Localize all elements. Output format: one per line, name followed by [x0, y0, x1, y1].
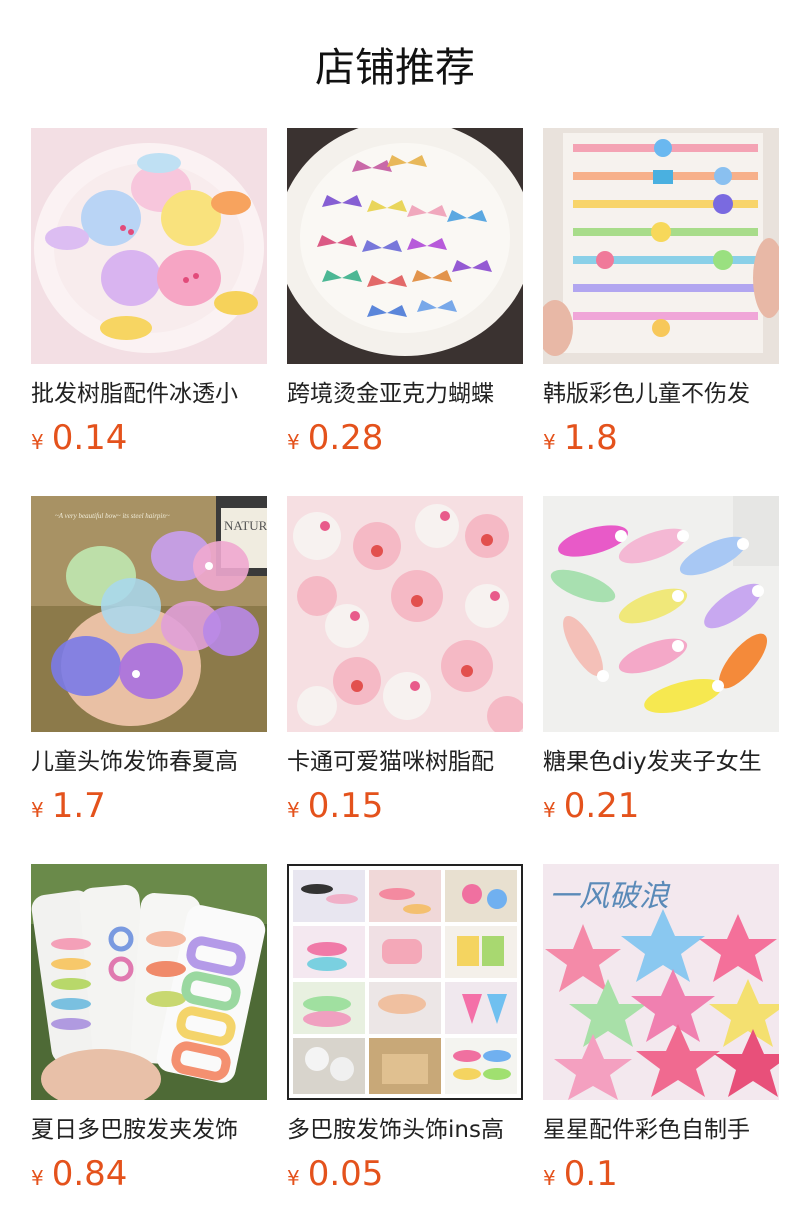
- product-price: ¥0.15: [287, 786, 523, 826]
- product-price: ¥0.05: [287, 1154, 523, 1194]
- product-price: ¥1.7: [31, 786, 267, 826]
- product-name[interactable]: 夏日多巴胺发夹发饰: [31, 1114, 267, 1146]
- product-name[interactable]: 星星配件彩色自制手: [543, 1114, 779, 1146]
- product-price: ¥0.1: [543, 1154, 779, 1194]
- price-amount: 0.05: [307, 1154, 384, 1194]
- price-amount: 0.14: [51, 418, 128, 458]
- price-amount: 0.28: [307, 418, 384, 458]
- currency-symbol: ¥: [287, 1166, 300, 1190]
- product-card[interactable]: 一风破浪 星星配件彩色自制手 ¥0.1: [543, 864, 779, 1194]
- price-amount: 0.21: [563, 786, 640, 826]
- currency-symbol: ¥: [287, 430, 300, 454]
- product-image[interactable]: [287, 496, 523, 732]
- currency-symbol: ¥: [31, 1166, 44, 1190]
- product-image[interactable]: [31, 128, 267, 364]
- product-card[interactable]: 糖果色diy发夹子女生 ¥0.21: [543, 496, 779, 826]
- product-card[interactable]: 多巴胺发饰头饰ins高 ¥0.05: [287, 864, 523, 1194]
- currency-symbol: ¥: [31, 430, 44, 454]
- product-name[interactable]: 糖果色diy发夹子女生: [543, 746, 779, 778]
- product-name[interactable]: 儿童头饰发饰春夏高: [31, 746, 267, 778]
- currency-symbol: ¥: [543, 430, 556, 454]
- page-title: 店铺推荐: [315, 45, 475, 91]
- product-image[interactable]: [287, 864, 523, 1100]
- product-price: ¥1.8: [543, 418, 779, 458]
- product-price: ¥0.21: [543, 786, 779, 826]
- price-amount: 0.1: [563, 1154, 618, 1194]
- product-image[interactable]: [543, 496, 779, 732]
- image-caption-text: ~A very beautiful bow~ its steel hairpin…: [55, 512, 170, 520]
- price-amount: 0.84: [51, 1154, 128, 1194]
- product-name[interactable]: 多巴胺发饰头饰ins高: [287, 1114, 523, 1146]
- price-amount: 1.7: [51, 786, 106, 826]
- product-price: ¥0.14: [31, 418, 267, 458]
- product-card[interactable]: 夏日多巴胺发夹发饰 ¥0.84: [31, 864, 267, 1194]
- product-card[interactable]: 卡通可爱猫咪树脂配 ¥0.15: [287, 496, 523, 826]
- product-image[interactable]: 一风破浪: [543, 864, 779, 1100]
- currency-symbol: ¥: [287, 798, 300, 822]
- product-price: ¥0.28: [287, 418, 523, 458]
- product-image[interactable]: [287, 128, 523, 364]
- price-amount: 1.8: [563, 418, 618, 458]
- product-name[interactable]: 卡通可爱猫咪树脂配: [287, 746, 523, 778]
- product-name[interactable]: 韩版彩色儿童不伤发: [543, 378, 779, 410]
- currency-symbol: ¥: [543, 798, 556, 822]
- currency-symbol: ¥: [543, 1166, 556, 1190]
- price-amount: 0.15: [307, 786, 384, 826]
- product-name[interactable]: 批发树脂配件冰透小: [31, 378, 267, 410]
- product-price: ¥0.84: [31, 1154, 267, 1194]
- product-image[interactable]: [31, 864, 267, 1100]
- product-image[interactable]: NATUR ~A very beautiful bow~ its steel h…: [31, 496, 267, 732]
- product-card[interactable]: 韩版彩色儿童不伤发 ¥1.8: [543, 128, 779, 458]
- product-card[interactable]: NATUR ~A very beautiful bow~ its steel h…: [31, 496, 267, 826]
- currency-symbol: ¥: [31, 798, 44, 822]
- book-cover-text: NATUR: [224, 518, 267, 533]
- product-image[interactable]: [543, 128, 779, 364]
- product-name[interactable]: 跨境烫金亚克力蝴蝶: [287, 378, 523, 410]
- handwriting-text: 一风破浪: [549, 880, 671, 913]
- product-card[interactable]: 批发树脂配件冰透小 ¥0.14: [31, 128, 267, 458]
- product-card[interactable]: 跨境烫金亚克力蝴蝶 ¥0.28: [287, 128, 523, 458]
